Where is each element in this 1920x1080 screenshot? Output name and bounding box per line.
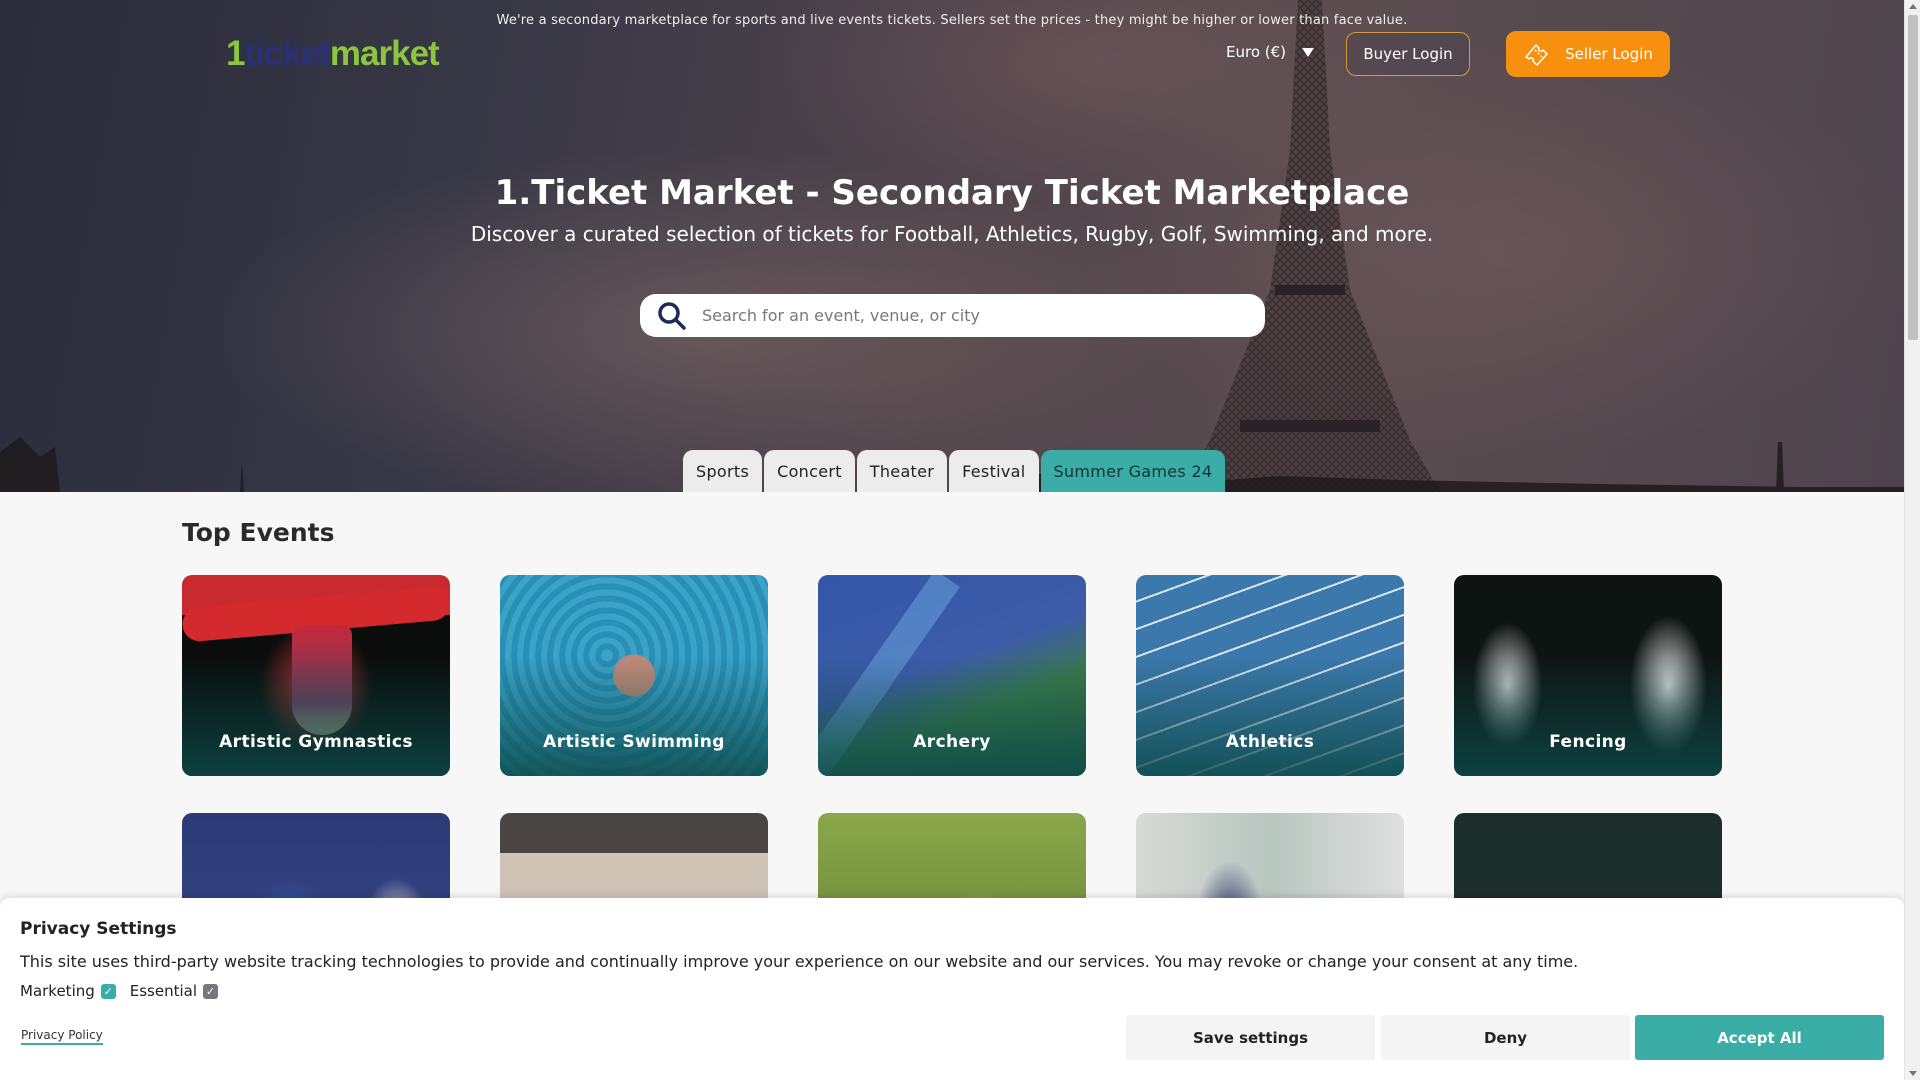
search-input[interactable]	[702, 306, 1222, 325]
logo-part-3: market	[329, 34, 440, 73]
seller-login-label: Seller Login	[1565, 45, 1653, 63]
consent-checkboxes: Marketing ✓ Essential ✓	[20, 982, 226, 1000]
event-card-label: Artistic Gymnastics	[219, 732, 413, 752]
marketplace-notice: We're a secondary marketplace for sports…	[496, 13, 1408, 28]
event-card-athletics[interactable]: Athletics	[1136, 575, 1404, 776]
page-subtitle: Discover a curated selection of tickets …	[470, 222, 1434, 246]
page-title: 1.Ticket Market - Secondary Ticket Marke…	[494, 173, 1410, 213]
event-card-archery[interactable]: Archery	[818, 575, 1086, 776]
deny-button[interactable]: Deny	[1381, 1015, 1630, 1060]
event-card-label: Fencing	[1549, 732, 1627, 752]
event-card-artistic-swimming[interactable]: Artistic Swimming	[500, 575, 768, 776]
event-card-label: Artistic Swimming	[543, 732, 725, 752]
top-events-heading: Top Events	[182, 518, 335, 547]
privacy-title: Privacy Settings	[20, 919, 177, 939]
tab-theater[interactable]: Theater	[856, 450, 948, 492]
buyer-login-button[interactable]: Buyer Login	[1346, 32, 1470, 76]
scroll-up-arrow-icon[interactable]	[1909, 4, 1917, 9]
currency-label: Euro (€)	[1226, 43, 1287, 61]
event-card-fencing[interactable]: Fencing	[1454, 575, 1722, 776]
save-settings-button[interactable]: Save settings	[1126, 1015, 1375, 1060]
marketing-label: Marketing	[20, 982, 95, 1000]
logo-part-1: 1	[226, 34, 245, 73]
essential-checkbox: ✓	[203, 983, 219, 999]
site-logo[interactable]: 1ticketmarket	[226, 34, 440, 74]
event-card-artistic-gymnastics[interactable]: Artistic Gymnastics	[182, 575, 450, 776]
tab-festival[interactable]: Festival	[949, 450, 1039, 492]
logo-part-2: ticket	[244, 34, 330, 73]
scroll-down-arrow-icon[interactable]	[1909, 1071, 1917, 1076]
event-card-label: Archery	[913, 732, 991, 752]
tab-summer-games-24[interactable]: Summer Games 24	[1040, 450, 1226, 492]
scrollbar-thumb[interactable]	[1908, 15, 1918, 340]
privacy-policy-link[interactable]: Privacy Policy	[21, 1028, 103, 1045]
ticket-icon	[1525, 44, 1548, 66]
marketing-checkbox[interactable]: ✓	[100, 983, 116, 999]
currency-selector[interactable]: Euro (€)	[1226, 43, 1315, 61]
seller-login-button[interactable]: Seller Login	[1506, 31, 1670, 77]
accept-all-button[interactable]: Accept All	[1635, 1015, 1884, 1060]
essential-label: Essential	[129, 982, 198, 1000]
tab-sports[interactable]: Sports	[683, 450, 763, 492]
tab-concert[interactable]: Concert	[764, 450, 855, 492]
event-card-label: Athletics	[1225, 732, 1315, 752]
caret-down-icon	[1302, 47, 1315, 57]
category-tabs: Sports Concert Theater Festival Summer G…	[683, 450, 1226, 492]
search-icon[interactable]	[654, 298, 690, 334]
privacy-settings-banner: Privacy Settings This site uses third-pa…	[0, 898, 1904, 1080]
page-scrollbar[interactable]	[1904, 0, 1920, 1080]
privacy-description: This site uses third-party website track…	[20, 952, 1579, 971]
search-bar[interactable]	[640, 294, 1265, 337]
